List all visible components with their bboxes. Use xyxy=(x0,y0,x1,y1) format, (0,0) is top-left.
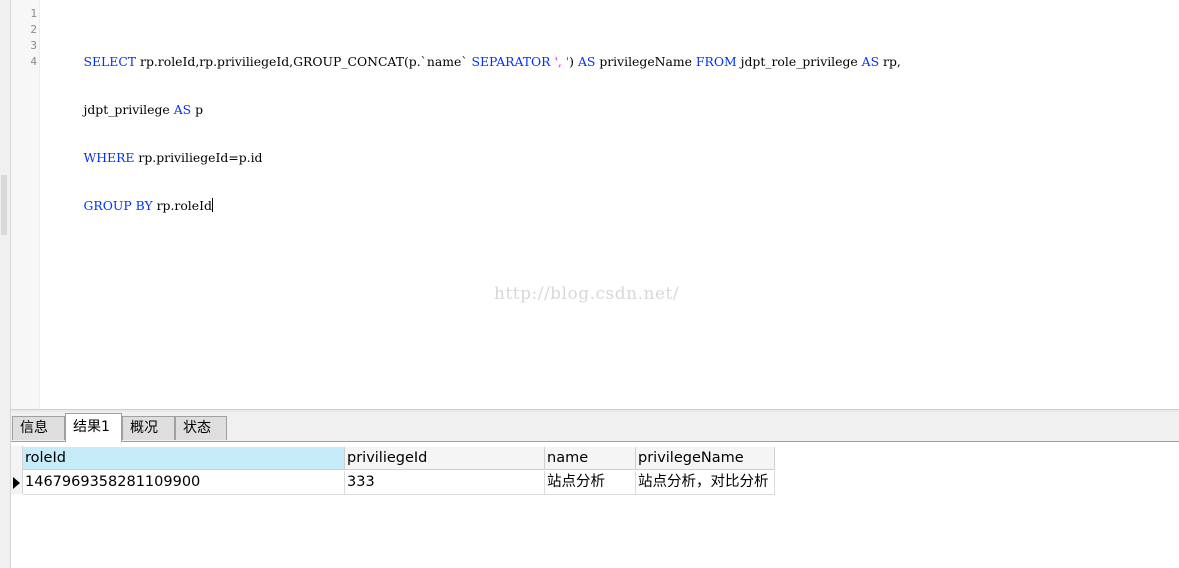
results-grid[interactable]: roleId priviliegeId name privilegeName 1… xyxy=(11,442,1179,568)
keyword-token: SELECT xyxy=(83,54,137,69)
tab-result-1[interactable]: 结果1 xyxy=(65,413,122,442)
code-token: rp.roleId xyxy=(152,198,212,213)
line-number: 4 xyxy=(30,55,37,68)
keyword-token: AS xyxy=(861,54,880,69)
column-header-priviliegeid[interactable]: priviliegeId xyxy=(345,447,545,470)
tab-overview[interactable]: 概况 xyxy=(122,416,175,440)
sql-code[interactable]: SELECT rp.roleId,rp.priviliegeId,GROUP_C… xyxy=(52,6,901,230)
code-token: rp.priviliegeId=p.id xyxy=(134,150,263,165)
result-tab-bar: 信息 结果1 概况 状态 xyxy=(11,412,1179,442)
code-token: rp.roleId,rp.priviliegeId,GROUP_CONCAT(p… xyxy=(136,54,472,69)
line-number-gutter: 1 2 3 4 xyxy=(11,0,40,410)
column-header-name[interactable]: name xyxy=(545,447,636,470)
code-line-2: jdpt_privilege AS p xyxy=(52,86,901,117)
table-cell-name[interactable]: 站点分析 xyxy=(545,471,636,495)
code-token: ) xyxy=(569,54,578,69)
code-token: privilegeName xyxy=(595,54,696,69)
table-cell-roleid[interactable]: 1467969358281109900 xyxy=(23,471,345,495)
keyword-token: WHERE xyxy=(83,150,135,165)
keyword-token: AS xyxy=(577,54,596,69)
watermark-text: http://blog.csdn.net/ xyxy=(494,284,680,304)
left-edge-scroll-thumb[interactable] xyxy=(1,175,7,235)
tab-status[interactable]: 状态 xyxy=(175,416,227,440)
code-token: p xyxy=(191,102,203,117)
line-number: 3 xyxy=(30,39,37,52)
code-token: jdpt_role_privilege xyxy=(736,54,862,69)
code-token: rp, xyxy=(879,54,901,69)
line-number: 1 xyxy=(30,7,37,20)
code-line-3: WHERE rp.priviliegeId=p.id xyxy=(52,134,901,165)
keyword-token: AS xyxy=(173,102,192,117)
column-header-privilegename[interactable]: privilegeName xyxy=(636,447,775,470)
left-edge-scrollbar[interactable] xyxy=(0,0,11,568)
code-token: jdpt_privilege xyxy=(83,102,174,117)
code-line-4: GROUP BY rp.roleId xyxy=(52,182,901,213)
keyword-token: GROUP BY xyxy=(83,198,153,213)
sql-editor[interactable]: 1 2 3 4 SELECT rp.roleId,rp.priviliegeId… xyxy=(11,0,1179,410)
keyword-token: SEPARATOR xyxy=(471,54,551,69)
current-row-arrow-icon xyxy=(13,477,20,489)
string-token: ', ' xyxy=(554,54,570,69)
column-header-roleid[interactable]: roleId xyxy=(23,447,345,470)
tab-info[interactable]: 信息 xyxy=(12,416,65,440)
line-number: 2 xyxy=(30,23,37,36)
table-cell-privilegename[interactable]: 站点分析，对比分析 xyxy=(636,471,775,495)
sql-query-window: 1 2 3 4 SELECT rp.roleId,rp.priviliegeId… xyxy=(0,0,1179,568)
table-cell-priviliegeid[interactable]: 333 xyxy=(345,471,545,495)
text-caret xyxy=(211,198,213,212)
code-line-1: SELECT rp.roleId,rp.priviliegeId,GROUP_C… xyxy=(52,38,901,69)
keyword-token: FROM xyxy=(695,54,737,69)
